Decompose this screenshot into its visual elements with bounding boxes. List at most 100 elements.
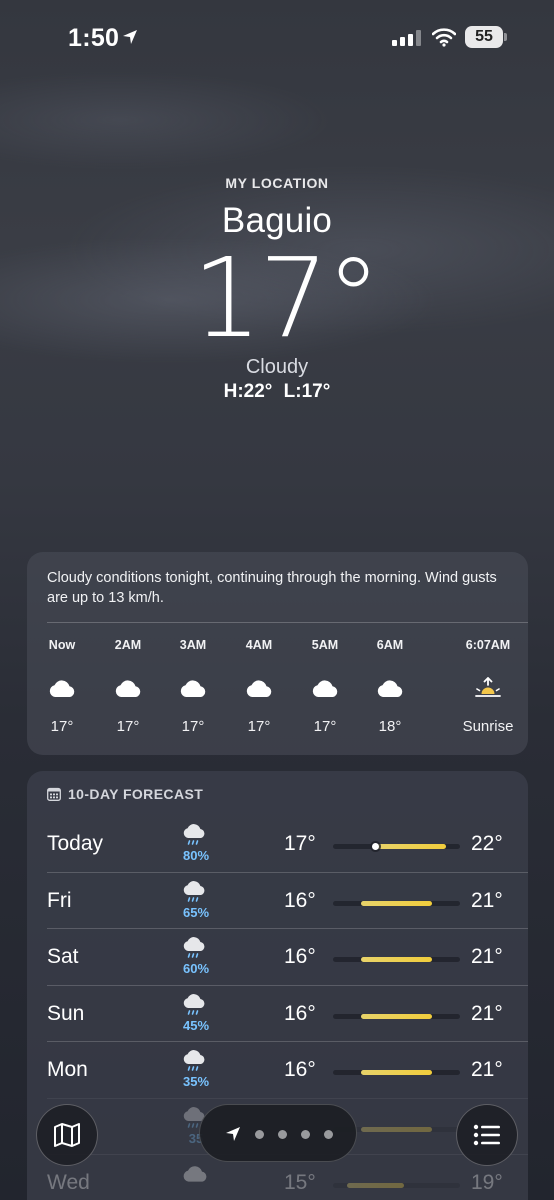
hour-temp: 17° — [116, 718, 140, 735]
hour-temp: 17° — [313, 718, 337, 735]
hour-temp: 18° — [378, 718, 402, 735]
forecast-row[interactable]: Mon 35% 16° 21° — [27, 1041, 528, 1098]
precip-chance: 65% — [182, 904, 210, 920]
forecast-row[interactable]: Fri 65% 16° 21° — [27, 871, 528, 929]
forecast-day: Sat — [47, 945, 79, 968]
hour-item[interactable]: 3AM 17° — [163, 638, 223, 735]
temp-range-fill — [361, 1013, 432, 1019]
forecast-row[interactable]: Sat 60% 16° 21° — [27, 928, 528, 985]
location-arrow-icon[interactable] — [225, 1126, 241, 1142]
precip-chance: 45% — [182, 1017, 210, 1033]
list-icon — [473, 1124, 500, 1146]
page-dot[interactable] — [255, 1130, 264, 1139]
rain-cloud-icon — [181, 993, 209, 1018]
hour-item[interactable]: 2AM 17° — [98, 638, 158, 735]
temp-range-fill — [361, 957, 432, 962]
temp-range-bar — [333, 957, 460, 962]
divider — [47, 928, 528, 929]
current-weather: MY LOCATION Baguio 17° Cloudy H:22° L:17… — [0, 175, 554, 403]
cloud-icon — [178, 677, 208, 699]
hour-item[interactable]: 6AM 18° — [360, 638, 420, 735]
forecast-day: Sun — [47, 1001, 85, 1025]
hour-label: 4AM — [245, 638, 273, 652]
map-button[interactable] — [36, 1104, 98, 1166]
hour-item[interactable]: 4AM 17° — [229, 638, 289, 735]
forecast-summary: Cloudy conditions tonight, continuing th… — [47, 570, 497, 606]
temp-range-bar — [333, 843, 460, 850]
forecast-high: 22° — [471, 832, 503, 855]
forecast-low: 16° — [284, 945, 316, 968]
divider — [47, 984, 528, 986]
divider — [47, 871, 528, 873]
forecast-day: Today — [47, 832, 104, 855]
cloud-icon — [113, 677, 143, 699]
hourly-forecast-card[interactable]: Cloudy conditions tonight, continuing th… — [27, 552, 528, 755]
forecast-day: Wed — [47, 1171, 90, 1194]
rain-cloud-icon — [181, 937, 209, 961]
battery-cap — [504, 33, 507, 41]
battery-level: 55 — [465, 26, 503, 48]
location-label: MY LOCATION — [225, 175, 329, 191]
temp-range-fill — [347, 1183, 404, 1188]
hour-label: 3AM — [179, 638, 207, 652]
forecast-row[interactable]: Sun 45% 16° 21° — [27, 984, 528, 1042]
map-icon — [54, 1123, 80, 1147]
forecast-low: 17° — [284, 832, 316, 855]
divider — [47, 1097, 528, 1099]
hour-item[interactable]: 5AM 17° — [295, 638, 355, 735]
forecast-high: 21° — [471, 945, 503, 968]
cloud-icon — [244, 677, 274, 699]
precip-chance: 80% — [182, 848, 210, 863]
forecast-row[interactable]: Today 80% 17° 22° — [27, 816, 528, 872]
forecast-high: 19° — [471, 1171, 503, 1194]
temp-range-bar — [333, 1070, 460, 1075]
calendar-icon — [47, 787, 61, 801]
cloud-icon — [310, 677, 340, 699]
temp-range-bar — [333, 1183, 460, 1188]
divider — [47, 1041, 528, 1042]
rain-cloud-icon — [181, 824, 209, 848]
forecast-high: 21° — [471, 1058, 503, 1081]
hour-label: 6:07AM — [465, 638, 511, 652]
forecast-title: 10-DAY FORECAST — [68, 786, 204, 802]
hour-temp: 17° — [181, 718, 205, 735]
cloud-icon — [47, 677, 77, 699]
temp-range-fill — [375, 844, 446, 849]
high-low: H:22° L:17° — [223, 381, 331, 402]
hour-item[interactable]: Now 17° — [32, 638, 92, 735]
page-dot[interactable] — [301, 1130, 310, 1139]
hour-temp: 17° — [50, 718, 74, 735]
page-dot[interactable] — [278, 1130, 287, 1139]
forecast-day: Mon — [47, 1058, 88, 1081]
current-temperature: 17° — [192, 234, 381, 362]
status-time: 1:50 — [68, 24, 120, 52]
list-button[interactable] — [456, 1104, 518, 1166]
temp-range-fill — [361, 1070, 432, 1075]
cloud-icon — [181, 1163, 209, 1187]
hour-temp: Sunrise — [462, 718, 514, 735]
hour-label: 5AM — [311, 638, 339, 652]
temp-range-bar — [333, 1013, 460, 1019]
current-condition: Cloudy — [245, 356, 309, 378]
temp-range-fill — [361, 1126, 432, 1132]
rain-cloud-icon — [181, 880, 209, 905]
hour-item[interactable]: 6:07AM Sunrise — [442, 638, 534, 735]
forecast-low: 16° — [284, 1058, 316, 1081]
forecast-low: 16° — [284, 888, 316, 912]
forecast-low: 15° — [284, 1171, 316, 1194]
cloud-icon — [375, 677, 405, 699]
sunrise-icon — [473, 676, 503, 699]
forecast-low: 16° — [284, 1001, 316, 1025]
hour-label: Now — [48, 638, 76, 652]
rain-cloud-icon — [181, 1050, 209, 1074]
hour-label: 6AM — [376, 638, 404, 652]
page-dot[interactable] — [324, 1130, 333, 1139]
forecast-header: 10-DAY FORECAST — [47, 785, 203, 803]
forecast-high: 21° — [471, 888, 503, 912]
page-indicator[interactable] — [199, 1104, 357, 1162]
temp-range-bar — [333, 900, 460, 906]
forecast-day: Fri — [47, 888, 72, 912]
temp-range-fill — [361, 900, 432, 906]
location-arrow-icon — [123, 30, 137, 44]
precip-chance: 35% — [182, 1074, 210, 1089]
